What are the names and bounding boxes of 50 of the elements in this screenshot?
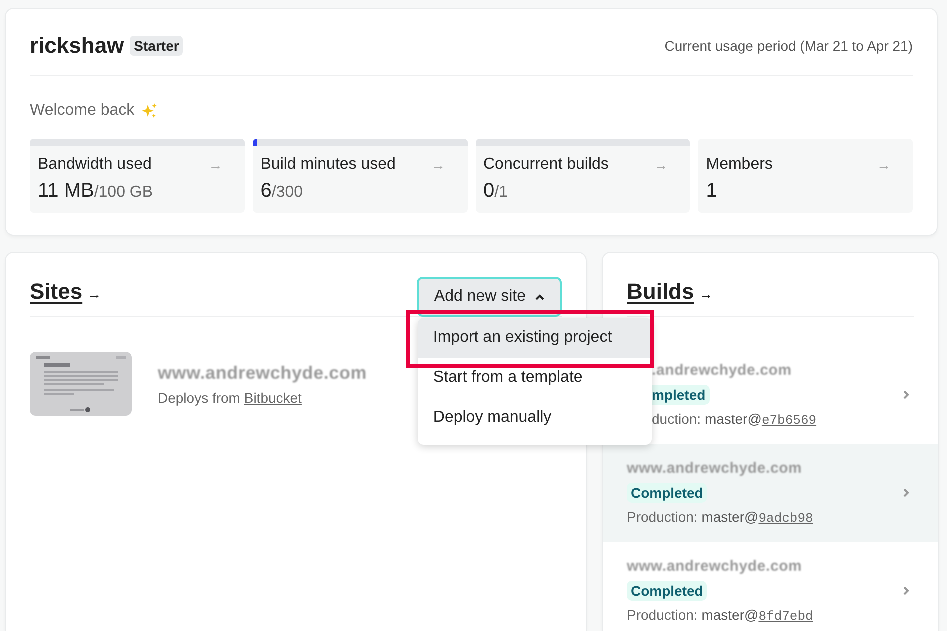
status-badge: Completed <box>627 581 708 601</box>
usage-value: 1 <box>706 180 718 203</box>
usage-card[interactable]: Members → 1 <box>698 139 913 213</box>
build-row[interactable]: www.andrewchyde.com Completed Production: master@9adcb98 <box>603 444 938 542</box>
usage-value: 11 MB/100 GB <box>38 180 154 203</box>
builds-link[interactable]: Builds <box>627 279 694 305</box>
provider-link[interactable]: Bitbucket <box>244 390 302 406</box>
arrow-text: → <box>699 286 714 302</box>
arrow-text: → <box>88 286 102 302</box>
sites-link[interactable]: Sites <box>30 279 83 305</box>
usage-card[interactable]: Bandwidth used → 11 MB/100 GB <box>30 139 245 213</box>
usage-card[interactable]: Build minutes used → 6/300 <box>252 139 468 213</box>
deploys-label: Deploys from <box>158 390 240 406</box>
caret-icon <box>535 294 545 300</box>
build-domain: www.andrewchyde.com <box>627 460 804 477</box>
chevron-icon <box>903 488 910 498</box>
build-row[interactable]: www.andrewchyde.com Completed Production: master@8fd7ebd <box>603 542 938 631</box>
branch-name: master@ <box>702 607 759 623</box>
build-domain: www.andrewchyde.com <box>627 558 804 575</box>
build-domain: .andrewchyde.com <box>652 362 793 379</box>
chevron-icon <box>903 390 910 400</box>
commit-link[interactable]: 9adcb98 <box>758 511 814 526</box>
commit-link[interactable]: e7b6569 <box>762 413 817 428</box>
arrow-text: → <box>208 157 223 173</box>
team-name: rickshaw <box>30 33 124 59</box>
usage-period: Current usage period (Mar 21 to Apr 21) <box>664 38 913 54</box>
usage-value: 0/1 <box>484 180 509 203</box>
status-badge: mpleted <box>652 385 710 405</box>
commit-link[interactable]: 8fd7ebd <box>758 609 814 624</box>
arrow-text: → <box>654 157 668 173</box>
welcome-text: Welcome back <box>30 102 135 120</box>
deploy-context: duction: <box>652 411 702 427</box>
branch-name: master@ <box>704 411 762 427</box>
add-site-button[interactable]: Add new site <box>417 277 562 317</box>
plan-badge: Starter <box>130 36 184 56</box>
sparkles-icon <box>140 102 158 120</box>
deploy-context: Production: <box>627 607 698 623</box>
branch-name: master@ <box>702 509 759 525</box>
usage-value: 6/300 <box>260 180 304 203</box>
card-label: Bandwidth used <box>38 156 152 174</box>
card-label: Members <box>706 156 773 174</box>
arrow-text: → <box>877 157 891 173</box>
card-label: Build minutes used <box>260 156 396 174</box>
usage-card[interactable]: Concurrent builds → 0/1 <box>476 139 690 213</box>
chevron-icon <box>903 586 910 596</box>
arrow-text: → <box>432 157 446 173</box>
card-label: Concurrent builds <box>484 156 609 174</box>
status-badge: Completed <box>627 483 708 503</box>
menu-item[interactable]: Import an existing project <box>418 318 652 358</box>
deploy-context: Production: <box>627 509 698 525</box>
